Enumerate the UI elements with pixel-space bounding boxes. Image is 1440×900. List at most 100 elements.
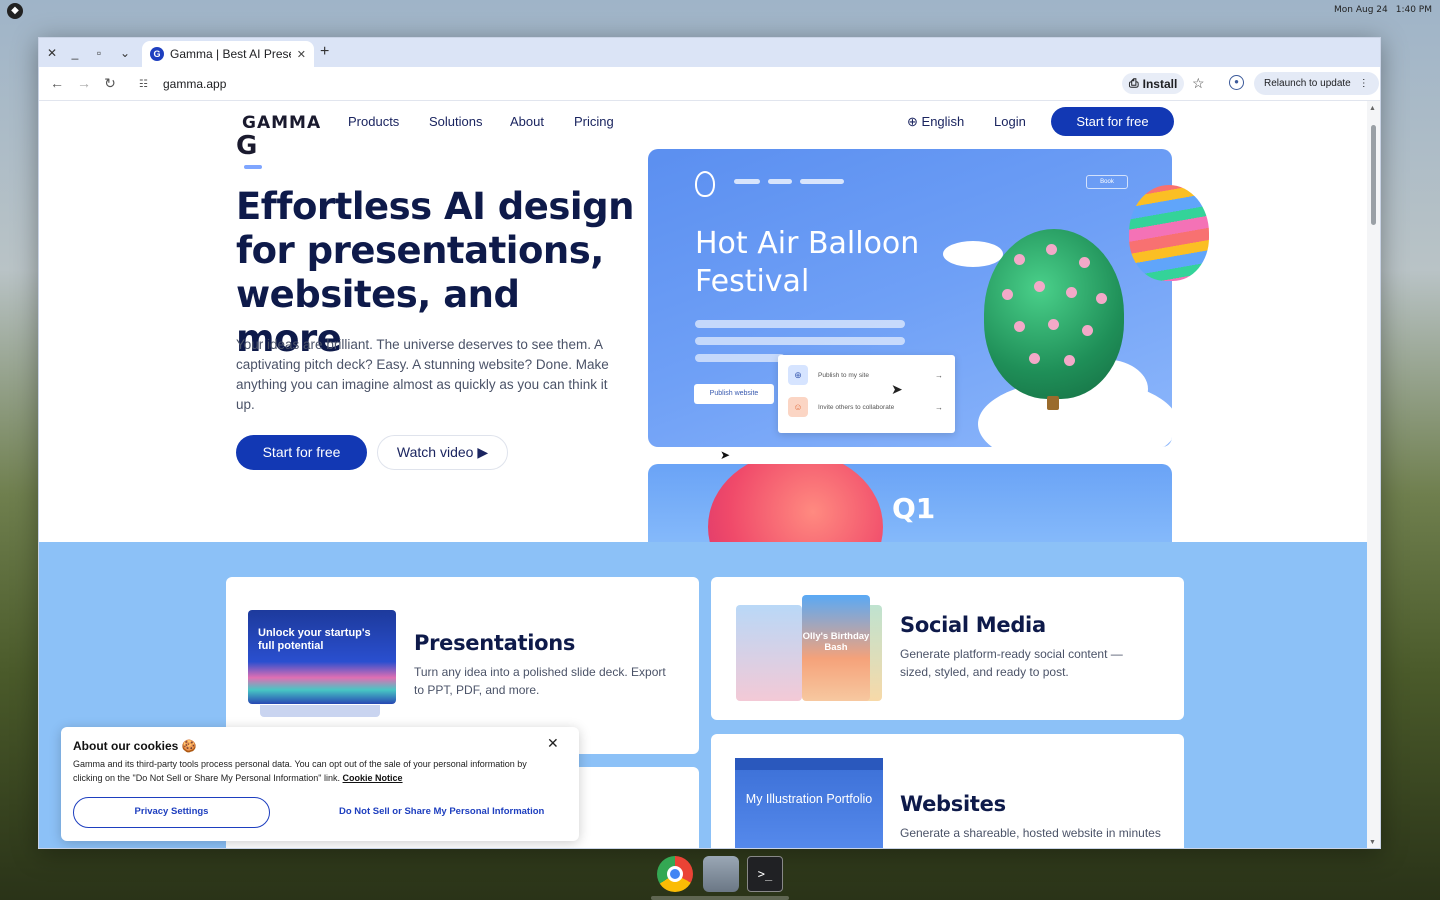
balloon-dot <box>1096 293 1107 304</box>
login-link[interactable]: Login <box>994 114 1026 129</box>
chevron-down-icon[interactable]: ⌄ <box>116 44 134 62</box>
gamma-mark: G <box>236 131 258 161</box>
site-info-icon[interactable]: ☷ <box>139 79 155 90</box>
balloon-dot <box>1014 254 1025 265</box>
cookie-notice-link[interactable]: Cookie Notice <box>343 773 403 783</box>
terminal-icon[interactable]: >_ <box>747 856 783 892</box>
user-add-icon: ☺ <box>788 397 808 417</box>
social-thumb-text: Olly's Birthday Bash <box>802 631 870 653</box>
popup-row-publish: ⊕ Publish to my site → <box>788 365 943 385</box>
close-icon[interactable]: ✕ <box>547 735 559 752</box>
install-button[interactable]: ⎙ Install <box>1122 73 1185 94</box>
popup-row-label: Invite others to collaborate <box>818 403 895 411</box>
nav-about[interactable]: About <box>510 114 544 129</box>
browser-toolbar: ← → ↻ ☷ gamma.app ⎙ Install ☆ ● Relaunch… <box>39 67 1380 101</box>
feature-description: Turn any idea into a polished slide deck… <box>414 665 666 697</box>
hero-card-text-line <box>695 320 905 328</box>
privacy-settings-button[interactable]: Privacy Settings <box>73 797 270 828</box>
relaunch-button[interactable]: Relaunch to update ⋮ <box>1254 72 1379 95</box>
feature-card-social-media[interactable]: Olly's Birthday Bash Social Media Genera… <box>711 577 1184 720</box>
scroll-up-icon[interactable]: ▲ <box>1369 105 1376 112</box>
files-icon[interactable] <box>703 856 739 892</box>
publish-website-button: Publish website <box>694 384 774 404</box>
install-icon: ⎙ <box>1129 76 1139 90</box>
balloon-dot <box>1066 287 1077 298</box>
nav-solutions[interactable]: Solutions <box>429 114 482 129</box>
os-top-bar: ◆ Mon Aug 24 1:40 PM <box>0 0 1440 22</box>
tab-title: Gamma | Best AI Prese <box>170 47 291 61</box>
arrow-right-icon: → <box>935 370 943 380</box>
feature-title: Presentations <box>414 631 576 655</box>
tab-close-icon[interactable]: ✕ <box>297 48 306 61</box>
url-text: gamma.app <box>163 77 227 91</box>
gamma-logo[interactable]: GAMMA <box>242 113 321 133</box>
arrow-cursor-icon: ➤ <box>891 381 903 397</box>
nav-pricing[interactable]: Pricing <box>574 114 614 129</box>
presentation-thumb-text: Unlock your startup's full potential <box>258 627 371 652</box>
gamma-mark-underline <box>244 165 262 169</box>
feature-description: Generate platform-ready social content —… <box>900 647 1123 679</box>
page-viewport: GAMMA Products Solutions About Pricing ⊕… <box>39 101 1369 848</box>
mouse-pointer-icon: ➤ <box>720 448 731 462</box>
balloon-outline-icon <box>695 171 715 197</box>
globe-icon: ⊕ <box>788 365 808 385</box>
minimize-icon[interactable]: _ <box>66 44 84 62</box>
website-thumb-browser-bar <box>735 758 883 770</box>
hero-card-nav-pill <box>800 179 844 184</box>
os-logo-icon[interactable]: ◆ <box>7 3 23 19</box>
website-thumb-text: My Illustration Portfolio <box>745 792 873 806</box>
tab-strip: ✕ _ ▫ ⌄ G Gamma | Best AI Prese ✕ + <box>39 38 1380 67</box>
language-label: English <box>921 114 965 129</box>
relaunch-label: Relaunch to update <box>1264 78 1351 89</box>
star-icon[interactable]: ☆ <box>1192 75 1205 92</box>
balloon-dot <box>1048 319 1059 330</box>
hero-card-balloon: Book Hot Air Balloon Festival Publish we… <box>648 149 1172 447</box>
chrome-icon[interactable] <box>657 856 693 892</box>
maximize-icon[interactable]: ▫ <box>90 44 108 62</box>
cloud-illustration <box>943 241 1003 267</box>
tab-gamma[interactable]: G Gamma | Best AI Prese ✕ <box>142 41 314 67</box>
do-not-sell-link[interactable]: Do Not Sell or Share My Personal Informa… <box>339 806 544 817</box>
cookie-body: Gamma and its third-party tools process … <box>73 759 527 783</box>
popup-row-invite: ☺ Invite others to collaborate → <box>788 397 943 417</box>
hot-air-balloon-illustration <box>984 229 1124 399</box>
feature-description: Generate a shareable, hosted website in … <box>900 826 1161 840</box>
balloon-dot <box>1029 353 1040 364</box>
play-icon: ▶ <box>477 444 489 460</box>
address-bar[interactable]: ☷ gamma.app <box>129 71 1204 97</box>
globe-icon: ⊕ <box>907 114 918 129</box>
os-shelf: >_ <box>651 853 789 900</box>
clock-time: 1:40 PM <box>1395 5 1432 15</box>
popup-row-label: Publish to my site <box>818 371 869 379</box>
clock-date: Mon Aug 24 <box>1334 5 1388 15</box>
language-selector[interactable]: ⊕ English <box>907 114 964 130</box>
new-tab-icon[interactable]: + <box>320 43 329 61</box>
back-icon[interactable]: ← <box>48 75 66 91</box>
scroll-thumb[interactable] <box>1371 125 1376 225</box>
hero-start-free-button[interactable]: Start for free <box>236 435 367 470</box>
close-icon[interactable]: ✕ <box>43 44 61 62</box>
social-thumb-back <box>736 605 802 701</box>
profile-icon[interactable]: ● <box>1229 75 1244 90</box>
shelf-indicator <box>651 896 789 900</box>
hero-description: Your ideas are brilliant. The universe d… <box>236 337 609 412</box>
watch-video-button[interactable]: Watch video ▶ <box>377 435 508 470</box>
feature-card-websites[interactable]: My Illustration Portfolio Websites Gener… <box>711 734 1184 848</box>
reload-icon[interactable]: ↻ <box>101 75 119 92</box>
balloon-dot <box>1046 244 1057 255</box>
browser-window: ✕ _ ▫ ⌄ G Gamma | Best AI Prese ✕ + ← → … <box>38 37 1381 849</box>
chrome-icon-center <box>667 866 683 882</box>
forward-icon[interactable]: → <box>75 75 93 91</box>
arrow-right-icon: → <box>935 402 943 412</box>
nav-products[interactable]: Products <box>348 114 399 129</box>
scrollbar[interactable]: ▲ ▼ <box>1367 101 1380 848</box>
kebab-menu-icon[interactable]: ⋮ <box>1359 78 1369 89</box>
os-clock[interactable]: Mon Aug 24 1:40 PM <box>1326 5 1432 15</box>
watch-video-label: Watch video <box>396 444 474 460</box>
publish-popup: ⊕ Publish to my site → ☺ Invite others t… <box>778 355 955 433</box>
scroll-down-icon[interactable]: ▼ <box>1369 839 1376 846</box>
website-thumbnail: My Illustration Portfolio <box>735 758 883 848</box>
cookie-title: About our cookies 🍪 <box>73 739 197 753</box>
feature-title: Websites <box>900 792 1006 816</box>
nav-start-free-button[interactable]: Start for free <box>1051 107 1174 136</box>
